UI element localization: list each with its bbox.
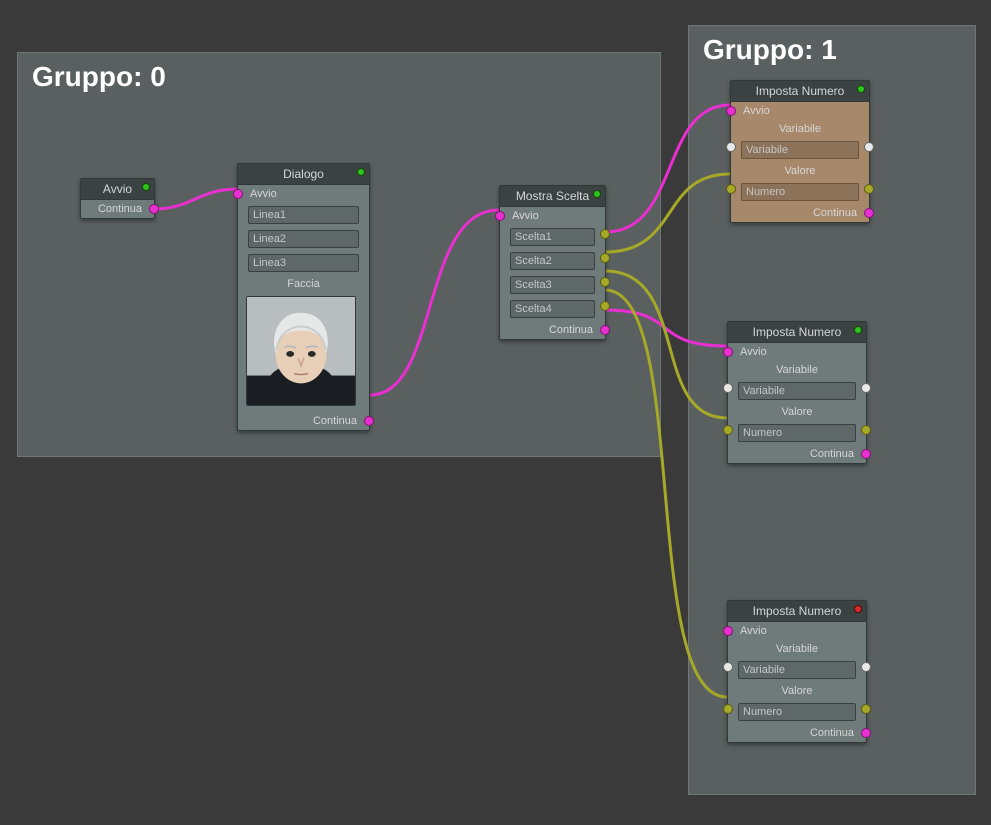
imposta3-numero-field[interactable]: Numero [738,703,856,721]
socket-out-scelta4[interactable] [600,301,610,311]
socket-in-numero[interactable] [723,704,733,714]
socket-out-variabile[interactable] [864,142,874,152]
imposta3-continua-row: Continua [728,724,866,742]
socket-in-flow[interactable] [726,106,736,116]
socket-out-flow[interactable] [861,728,871,738]
socket-in-numero[interactable] [723,425,733,435]
socket-out-numero[interactable] [864,184,874,194]
imposta2-continua-row: Continua [728,445,866,463]
status-dot-icon [857,85,865,93]
imposta1-variabile-label: Variabile [779,123,821,135]
dialogo-linea2-field[interactable]: Linea2 [248,230,359,248]
socket-in-variabile[interactable] [723,662,733,672]
imposta3-variabile-field[interactable]: Variabile [738,661,856,679]
socket-out-numero[interactable] [861,704,871,714]
imposta2-valore-label: Valore [782,406,813,418]
imposta1-variabile-field[interactable]: Variabile [741,141,859,159]
dialogo-linea3-field[interactable]: Linea3 [248,254,359,272]
imposta1-header[interactable]: Imposta Numero [731,81,869,102]
imposta1-avvio-row: Avvio [731,102,869,120]
node-dialogo-continua-label: Continua [313,415,357,427]
imposta2-variabile-label: Variabile [776,364,818,376]
status-dot-icon [854,326,862,334]
socket-in-numero[interactable] [726,184,736,194]
node-dialogo-continua-row: Continua [238,412,369,430]
status-dot-icon [593,190,601,198]
dialogo-linea1-field[interactable]: Linea1 [248,206,359,224]
status-dot-icon [142,183,150,191]
imposta3-valore-label: Valore [782,685,813,697]
scelta1-field[interactable]: Scelta1 [510,228,595,246]
imposta2-avvio-label: Avvio [740,346,767,358]
status-dot-icon [357,168,365,176]
imposta2-numero-field[interactable]: Numero [738,424,856,442]
socket-in-variabile[interactable] [726,142,736,152]
mostra-scelta-continua-label: Continua [549,324,593,336]
imposta2-variabile-field[interactable]: Variabile [738,382,856,400]
imposta1-title: Imposta Numero [756,84,845,98]
status-dot-icon [854,605,862,613]
imposta3-title: Imposta Numero [753,604,842,618]
socket-out-scelta1[interactable] [600,229,610,239]
mostra-scelta-continua-row: Continua [500,321,605,339]
imposta2-title: Imposta Numero [753,325,842,339]
node-imposta-numero-2[interactable]: Imposta Numero Avvio Variabile Variabile… [727,321,867,464]
imposta3-variabile-label: Variabile [776,643,818,655]
scelta3-field[interactable]: Scelta3 [510,276,595,294]
group-0-title: Gruppo: 0 [18,53,660,93]
node-imposta-numero-1[interactable]: Imposta Numero Avvio Variabile Variabile… [730,80,870,223]
node-avvio[interactable]: Avvio Continua [80,178,155,219]
node-canvas[interactable]: Gruppo: 0 Gruppo: 1 Avvio Continua Dialo… [0,0,991,825]
node-dialogo[interactable]: Dialogo Avvio Linea1 Linea2 Linea3 Facci… [237,163,370,431]
node-dialogo-header[interactable]: Dialogo [238,164,369,185]
imposta3-header[interactable]: Imposta Numero [728,601,866,622]
socket-out-flow[interactable] [861,449,871,459]
dialogo-face-image[interactable] [246,296,356,406]
imposta1-avvio-label: Avvio [743,105,770,117]
socket-in-flow[interactable] [495,211,505,221]
scelta4-field[interactable]: Scelta4 [510,300,595,318]
node-avvio-continua-label: Continua [98,203,142,215]
socket-out-flow[interactable] [600,325,610,335]
mostra-scelta-avvio-label: Avvio [512,210,539,222]
imposta2-continua-label: Continua [810,448,854,460]
imposta1-continua-row: Continua [731,204,869,222]
node-imposta-numero-3[interactable]: Imposta Numero Avvio Variabile Variabile… [727,600,867,743]
socket-in-flow[interactable] [723,347,733,357]
node-avvio-header[interactable]: Avvio [81,179,154,200]
node-avvio-title: Avvio [103,182,132,196]
socket-in-flow[interactable] [233,189,243,199]
socket-out-flow[interactable] [149,204,159,214]
node-avvio-continua-row: Continua [81,200,154,218]
node-dialogo-avvio-row: Avvio [238,185,369,203]
imposta3-continua-label: Continua [810,727,854,739]
node-mostra-scelta-header[interactable]: Mostra Scelta [500,186,605,207]
socket-out-variabile[interactable] [861,383,871,393]
imposta1-numero-field[interactable]: Numero [741,183,859,201]
socket-out-scelta3[interactable] [600,277,610,287]
node-dialogo-avvio-label: Avvio [250,188,277,200]
dialogo-faccia-label: Faccia [287,278,319,290]
socket-out-variabile[interactable] [861,662,871,672]
imposta3-avvio-label: Avvio [740,625,767,637]
node-mostra-scelta-title: Mostra Scelta [516,189,589,203]
socket-out-flow[interactable] [864,208,874,218]
socket-in-flow[interactable] [723,626,733,636]
socket-out-numero[interactable] [861,425,871,435]
node-mostra-scelta[interactable]: Mostra Scelta Avvio Scelta1 Scelta2 Scel… [499,185,606,340]
imposta3-avvio-row: Avvio [728,622,866,640]
mostra-scelta-avvio-row: Avvio [500,207,605,225]
imposta2-avvio-row: Avvio [728,343,866,361]
socket-in-variabile[interactable] [723,383,733,393]
group-1-title: Gruppo: 1 [689,26,975,66]
socket-out-scelta2[interactable] [600,253,610,263]
imposta1-continua-label: Continua [813,207,857,219]
node-dialogo-title: Dialogo [283,167,324,181]
scelta2-field[interactable]: Scelta2 [510,252,595,270]
socket-out-flow[interactable] [364,416,374,426]
imposta2-header[interactable]: Imposta Numero [728,322,866,343]
imposta1-valore-label: Valore [785,165,816,177]
